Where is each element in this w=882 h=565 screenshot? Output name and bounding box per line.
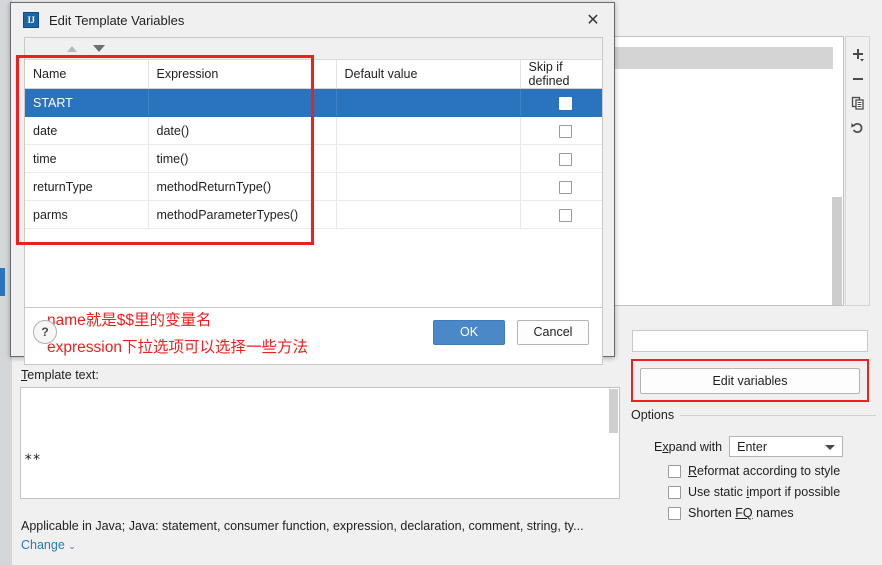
table-row[interactable]: time time() xyxy=(25,144,602,173)
shorten-fq-checkbox[interactable] xyxy=(668,506,681,520)
template-code: ** * @Author: xuxiansheng * @Description… xyxy=(21,388,619,498)
cell-expression[interactable]: methodReturnType() xyxy=(148,172,337,201)
move-up-icon[interactable] xyxy=(67,45,77,52)
options-legend: Options xyxy=(631,408,675,422)
cell-skip-if-defined[interactable] xyxy=(520,200,602,229)
ok-button[interactable]: OK xyxy=(433,319,505,345)
background-text-field[interactable] xyxy=(632,330,868,352)
code-line-1: ** xyxy=(24,452,41,468)
table-header-row: Name Expression Default value Skip if de… xyxy=(25,60,602,89)
static-import-checkbox[interactable] xyxy=(668,485,681,499)
options-divider xyxy=(680,414,876,416)
background-list-selected-row[interactable] xyxy=(613,47,833,69)
cell-skip-if-defined[interactable] xyxy=(520,116,602,145)
edit-variables-highlight: Edit variables xyxy=(631,359,869,402)
close-icon[interactable]: ✕ xyxy=(582,11,604,31)
skip-checkbox[interactable] xyxy=(558,208,572,222)
cell-default-value[interactable] xyxy=(336,116,521,145)
variables-table-toolbar xyxy=(25,38,602,60)
dialog-title: Edit Template Variables xyxy=(49,12,185,28)
move-down-icon[interactable] xyxy=(93,45,105,52)
column-header-default-value[interactable]: Default value xyxy=(336,60,521,89)
column-header-name[interactable]: Name xyxy=(25,60,149,89)
expand-with-select[interactable]: Enter xyxy=(729,436,844,457)
expand-with-row: Expand with Enter xyxy=(631,436,876,457)
cell-name[interactable]: time xyxy=(25,144,149,173)
dialog-footer: ? OK Cancel xyxy=(11,308,614,356)
table-row[interactable]: parms methodParameterTypes() xyxy=(25,200,602,229)
skip-checkbox[interactable] xyxy=(558,124,572,138)
cell-expression[interactable] xyxy=(148,88,337,117)
add-icon[interactable] xyxy=(847,43,869,67)
background-selected-tree-item[interactable] xyxy=(0,268,5,296)
reformat-label: Reformat according to style xyxy=(688,464,841,478)
expand-with-label: Expand with xyxy=(654,439,723,454)
expand-with-value: Enter xyxy=(737,439,767,454)
cancel-button[interactable]: Cancel xyxy=(517,319,589,345)
option-shorten-fq-row[interactable]: Shorten FQ names xyxy=(631,506,876,520)
cell-default-value[interactable] xyxy=(336,172,521,201)
template-list-toolbar xyxy=(845,36,870,306)
cell-expression[interactable]: time() xyxy=(148,144,337,173)
skip-checkbox[interactable] xyxy=(558,96,572,110)
dialog-titlebar: IJ Edit Template Variables ✕ xyxy=(11,3,614,37)
edit-variables-button[interactable]: Edit variables xyxy=(640,367,860,394)
remove-icon[interactable] xyxy=(847,67,869,91)
column-header-expression[interactable]: Expression xyxy=(148,60,337,89)
cell-default-value[interactable] xyxy=(336,88,521,117)
options-group: Options Expand with Enter Reformat accor… xyxy=(631,408,876,520)
cell-skip-if-defined[interactable] xyxy=(520,88,602,117)
chevron-down-icon xyxy=(825,444,836,450)
revert-icon[interactable] xyxy=(847,115,869,139)
cell-expression[interactable]: date() xyxy=(148,116,337,145)
reformat-checkbox[interactable] xyxy=(668,464,681,478)
help-button[interactable]: ? xyxy=(33,320,57,344)
background-template-list[interactable] xyxy=(612,36,844,306)
cell-name[interactable]: parms xyxy=(25,200,149,229)
option-reformat-row[interactable]: Reformat according to style xyxy=(631,464,876,478)
table-row[interactable]: date date() xyxy=(25,116,602,145)
template-text-label: Template text: xyxy=(21,368,99,382)
variables-table-panel: Name Expression Default value Skip if de… xyxy=(24,37,603,308)
template-text-area[interactable]: ** * @Author: xuxiansheng * @Description… xyxy=(20,387,620,499)
variables-table: Name Expression Default value Skip if de… xyxy=(25,60,602,229)
change-link-label: Change xyxy=(21,538,65,552)
cell-name[interactable]: START xyxy=(25,88,149,117)
cell-expression[interactable]: methodParameterTypes() xyxy=(148,200,337,229)
static-import-label: Use static import if possible xyxy=(688,485,841,499)
applicable-context-label: Applicable in Java; Java: statement, con… xyxy=(21,519,584,533)
cell-default-value[interactable] xyxy=(336,200,521,229)
background-list-scrollbar[interactable] xyxy=(832,197,842,305)
screen: Template text: ** * @Author: xuxiansheng… xyxy=(0,0,882,565)
cell-name[interactable]: returnType xyxy=(25,172,149,201)
cell-skip-if-defined[interactable] xyxy=(520,172,602,201)
skip-checkbox[interactable] xyxy=(558,180,572,194)
option-static-import-row[interactable]: Use static import if possible xyxy=(631,485,876,499)
change-context-link[interactable]: Change ⌄ xyxy=(21,538,76,552)
table-row[interactable]: START xyxy=(25,88,602,117)
intellij-idea-icon: IJ xyxy=(23,12,39,28)
cell-name[interactable]: date xyxy=(25,116,149,145)
copy-icon[interactable] xyxy=(847,91,869,115)
edit-template-variables-dialog: IJ Edit Template Variables ✕ Name Expres… xyxy=(10,2,615,365)
table-row[interactable]: returnType methodReturnType() xyxy=(25,172,602,201)
cell-skip-if-defined[interactable] xyxy=(520,144,602,173)
cell-default-value[interactable] xyxy=(336,144,521,173)
chevron-down-icon: ⌄ xyxy=(68,541,76,551)
template-text-scrollbar[interactable] xyxy=(609,389,618,433)
column-header-skip-if-defined[interactable]: Skip if defined xyxy=(520,60,602,89)
shorten-fq-label: Shorten FQ names xyxy=(688,506,794,520)
skip-checkbox[interactable] xyxy=(558,152,572,166)
